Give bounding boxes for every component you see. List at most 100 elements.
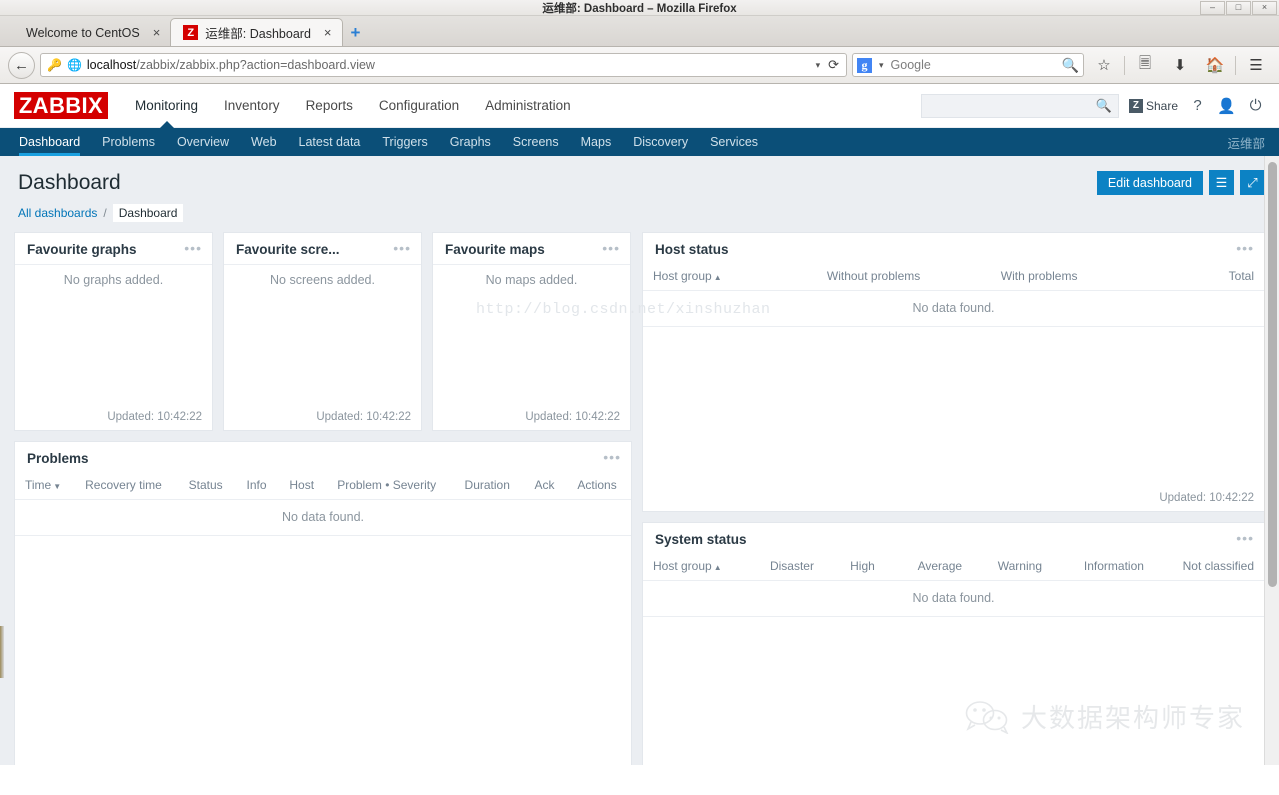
subnav-item-triggers[interactable]: Triggers	[371, 128, 438, 156]
widget-favourite-graphs: Favourite graphs ••• No graphs added. Up…	[14, 232, 213, 431]
close-button[interactable]: ×	[1252, 0, 1277, 15]
reload-icon[interactable]: ⟳	[828, 57, 842, 73]
widget-menu-icon[interactable]: •••	[184, 241, 202, 256]
menu-item-reports[interactable]: Reports	[293, 84, 366, 128]
widget-menu-icon[interactable]: •••	[1236, 531, 1254, 546]
widget-header: Favourite maps •••	[433, 233, 630, 264]
page-scrollbar-thumb[interactable]	[1268, 162, 1277, 587]
reading-list-icon[interactable]: 🗏	[1130, 53, 1160, 78]
url-path: /zabbix/zabbix.php?action=dashboard.view	[136, 58, 375, 72]
page-actions: Edit dashboard ☰ ⤢	[1096, 170, 1265, 195]
empty-message: No graphs added.	[15, 264, 212, 297]
menu-hamburger-icon[interactable]: ☰	[1241, 56, 1271, 74]
subnav-item-latest-data[interactable]: Latest data	[288, 128, 372, 156]
page-title: Dashboard	[18, 170, 121, 194]
new-tab-button[interactable]: +	[343, 19, 369, 46]
power-icon[interactable]: ⏻	[1246, 97, 1265, 114]
browser-tab-zabbix[interactable]: Z 运维部: Dashboard ×	[170, 18, 343, 46]
menu-item-monitoring[interactable]: Monitoring	[122, 84, 211, 128]
downloads-icon[interactable]: ⬇	[1165, 56, 1195, 74]
tab-close-icon[interactable]: ×	[153, 25, 161, 40]
permissions-icon[interactable]: 🔑	[45, 58, 62, 72]
column-recovery-time[interactable]: Recovery time	[75, 473, 179, 500]
header-actions: 🔍 Z Share ? 👤 ⏻	[920, 93, 1279, 118]
search-icon[interactable]: 🔍	[1096, 98, 1112, 114]
page-scrollbar[interactable]	[1264, 156, 1279, 765]
widget-menu-icon[interactable]: •••	[602, 241, 620, 256]
sort-asc-icon: ▲	[713, 273, 722, 282]
global-search-box[interactable]: 🔍	[920, 93, 1119, 118]
column-with-problems: With problems	[990, 264, 1153, 291]
breadcrumb: All dashboards / Dashboard	[0, 195, 1279, 222]
window-titlebar: 运维部: Dashboard – Mozilla Firefox – □ ×	[0, 0, 1279, 16]
table-header-row: Host group ▲ Disaster High Average Warnin…	[643, 554, 1264, 581]
subnav-item-overview[interactable]: Overview	[166, 128, 240, 156]
google-icon[interactable]: g	[857, 57, 872, 73]
favourites-row: Favourite graphs ••• No graphs added. Up…	[14, 232, 632, 431]
widget-favourite-screens: Favourite scre... ••• No screens added. …	[223, 232, 422, 431]
subnav-item-problems[interactable]: Problems	[91, 128, 166, 156]
minimize-button[interactable]: –	[1200, 0, 1225, 15]
widget-menu-icon[interactable]: •••	[603, 450, 621, 465]
home-icon[interactable]: 🏠	[1200, 56, 1230, 74]
menu-item-administration[interactable]: Administration	[472, 84, 584, 128]
subnav-item-graphs[interactable]: Graphs	[439, 128, 502, 156]
browser-search-input[interactable]: Google	[891, 58, 1058, 72]
subnav-item-discovery[interactable]: Discovery	[622, 128, 699, 156]
subnav-item-services[interactable]: Services	[699, 128, 769, 156]
host-status-table: Host group ▲ Without problems With proble…	[643, 264, 1264, 327]
menu-item-configuration[interactable]: Configuration	[366, 84, 472, 128]
page-body: Dashboard Edit dashboard ☰ ⤢ All dashboa…	[0, 156, 1279, 765]
column-time[interactable]: Time ▼	[15, 473, 76, 500]
column-total: Total	[1152, 264, 1264, 291]
share-label: Share	[1145, 98, 1178, 113]
browser-tab-centos[interactable]: Welcome to CentOS ×	[14, 19, 170, 46]
bookmark-star-icon[interactable]: ☆	[1089, 56, 1119, 74]
toolbar-divider	[1124, 55, 1125, 75]
dashboard-menu-icon[interactable]: ☰	[1209, 170, 1234, 195]
column-status[interactable]: Status	[178, 473, 237, 500]
widget-header: System status •••	[643, 523, 1264, 554]
column-info: Info	[236, 473, 280, 500]
widget-host-status: Host status ••• Host group ▲ Without prob…	[642, 232, 1265, 512]
browser-search-bar[interactable]: g ▾ Google 🔍	[852, 53, 1084, 77]
empty-message: No maps added.	[433, 264, 630, 297]
chevron-down-icon[interactable]: ▾	[813, 60, 824, 71]
back-button[interactable]: ←	[8, 51, 35, 79]
dashboard-column-right: Host status ••• Host group ▲ Without prob…	[642, 232, 1265, 765]
subnav-item-web[interactable]: Web	[240, 128, 287, 156]
widget-title: Host status	[655, 242, 729, 257]
column-host-group[interactable]: Host group ▲	[643, 264, 817, 291]
edit-dashboard-button[interactable]: Edit dashboard	[1096, 170, 1203, 195]
column-disaster: Disaster	[759, 554, 841, 581]
maximize-button[interactable]: □	[1226, 0, 1251, 15]
help-icon[interactable]: ?	[1188, 97, 1207, 114]
globe-icon: 🌐	[66, 58, 82, 72]
breadcrumb-all-dashboards[interactable]: All dashboards	[18, 206, 97, 220]
subnav-item-screens[interactable]: Screens	[502, 128, 570, 156]
fullscreen-icon[interactable]: ⤢	[1240, 170, 1265, 195]
subnav-item-dashboard[interactable]: Dashboard	[8, 128, 91, 156]
table-row: No data found.	[15, 499, 631, 536]
share-button[interactable]: Z Share	[1128, 98, 1178, 113]
widget-menu-icon[interactable]: •••	[393, 241, 411, 256]
column-host-group[interactable]: Host group ▲	[643, 554, 760, 581]
search-engine-chevron-icon[interactable]: ▾	[876, 60, 887, 71]
sub-navigation: Dashboard Problems Overview Web Latest d…	[0, 128, 1279, 156]
zabbix-logo[interactable]: ZABBIX	[14, 92, 108, 119]
sort-desc-icon: ▼	[53, 482, 62, 491]
column-problem-severity[interactable]: Problem • Severity	[327, 473, 455, 500]
search-icon[interactable]: 🔍	[1062, 57, 1079, 74]
tab-close-icon[interactable]: ×	[324, 25, 332, 40]
widget-title: Favourite scre...	[236, 242, 340, 257]
subnav-item-maps[interactable]: Maps	[570, 128, 623, 156]
widget-menu-icon[interactable]: •••	[1236, 241, 1254, 256]
user-icon[interactable]: 👤	[1217, 97, 1236, 115]
widget-updated: Updated: 10:42:22	[316, 411, 411, 423]
global-search-input[interactable]	[927, 98, 1096, 113]
url-bar[interactable]: 🔑 🌐 localhost/zabbix/zabbix.php?action=d…	[40, 53, 847, 77]
column-high: High	[840, 554, 908, 581]
widget-header: Favourite graphs •••	[15, 233, 212, 264]
menu-item-inventory[interactable]: Inventory	[211, 84, 293, 128]
column-host[interactable]: Host	[279, 473, 328, 500]
